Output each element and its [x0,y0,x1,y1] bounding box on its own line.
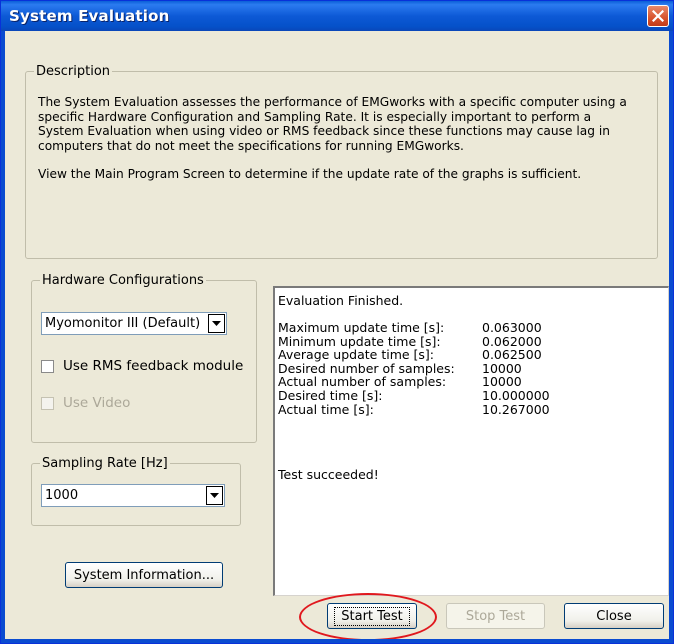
stat-row: Minimum update time [s]: 0.062000 [278,335,658,348]
stat-label: Minimum update time [s]: [278,333,441,349]
title-bar[interactable]: System Evaluation [1,1,673,31]
system-evaluation-dialog: System Evaluation Description The System… [0,0,674,644]
description-text: The System Evaluation assesses the perfo… [38,95,638,196]
stat-row: Maximum update time [s]: 0.063000 [278,321,658,334]
results-panel: Evaluation Finished. Maximum update time… [273,286,669,596]
stat-value: 10000 [482,374,522,390]
hardware-config-value: Myomonitor III (Default) [45,316,201,331]
hardware-legend: Hardware Configurations [42,273,204,288]
highlight-circle [299,593,437,641]
video-checkbox-box[interactable] [41,396,54,410]
close-icon [652,10,664,22]
stop-test-label: Stop Test [465,608,526,624]
system-information-button[interactable]: System Information... [65,562,223,588]
stat-row: Desired number of samples: 10000 [278,362,658,375]
stat-row: Average update time [s]: 0.062500 [278,348,658,361]
hardware-config-select[interactable]: Myomonitor III (Default) [41,312,227,335]
stat-row: Desired time [s]: 10.000000 [278,389,658,402]
system-information-label: System Information... [73,567,215,583]
stat-label: Desired time [s]: [278,388,383,403]
stat-label: Actual number of samples: [278,374,447,390]
window-border-bottom [1,639,673,643]
rms-checkbox-box[interactable] [41,359,54,373]
stat-label: Actual time [s]: [278,401,374,417]
chevron-down-icon[interactable] [206,486,223,505]
sampling-rate-value: 1000 [45,488,79,503]
window-border-left [1,31,5,643]
description-legend: Description [36,64,111,79]
stop-test-button[interactable]: Stop Test [446,603,545,629]
stat-value: 0.062000 [482,333,542,349]
description-paragraph-2: View the Main Program Screen to determin… [38,167,582,182]
video-checkbox-label: Use Video [63,395,131,411]
window-title: System Evaluation [9,7,170,25]
sampling-rate-select[interactable]: 1000 [41,484,225,507]
stat-value: 10.267000 [482,401,550,417]
rms-checkbox-label: Use RMS feedback module [63,358,244,374]
description-group: Description The System Evaluation assess… [25,64,658,259]
close-label: Close [596,608,632,624]
stat-label: Average update time [s]: [278,347,435,363]
stat-value: 0.062500 [482,347,542,363]
rms-feedback-checkbox[interactable]: Use RMS feedback module [41,358,243,374]
test-outcome: Test succeeded! [278,467,379,482]
stat-label: Maximum update time [s]: [278,320,445,335]
evaluation-status: Evaluation Finished. [278,293,404,308]
window-border-right [669,31,673,643]
stat-label: Desired number of samples: [278,360,455,376]
stat-row: Actual number of samples: 10000 [278,375,658,388]
stat-row: Actual time [s]: 10.267000 [278,403,658,416]
sampling-legend: Sampling Rate [Hz] [42,456,168,471]
use-video-checkbox[interactable]: Use Video [41,395,130,411]
close-button[interactable]: Close [564,603,664,629]
stat-value: 10000 [482,360,522,376]
description-paragraph-1: The System Evaluation assesses the perfo… [38,95,627,153]
stat-value: 10.000000 [482,388,550,403]
stat-value: 0.063000 [482,320,542,335]
window-close-button[interactable] [647,5,669,27]
chevron-down-icon[interactable] [208,314,225,333]
